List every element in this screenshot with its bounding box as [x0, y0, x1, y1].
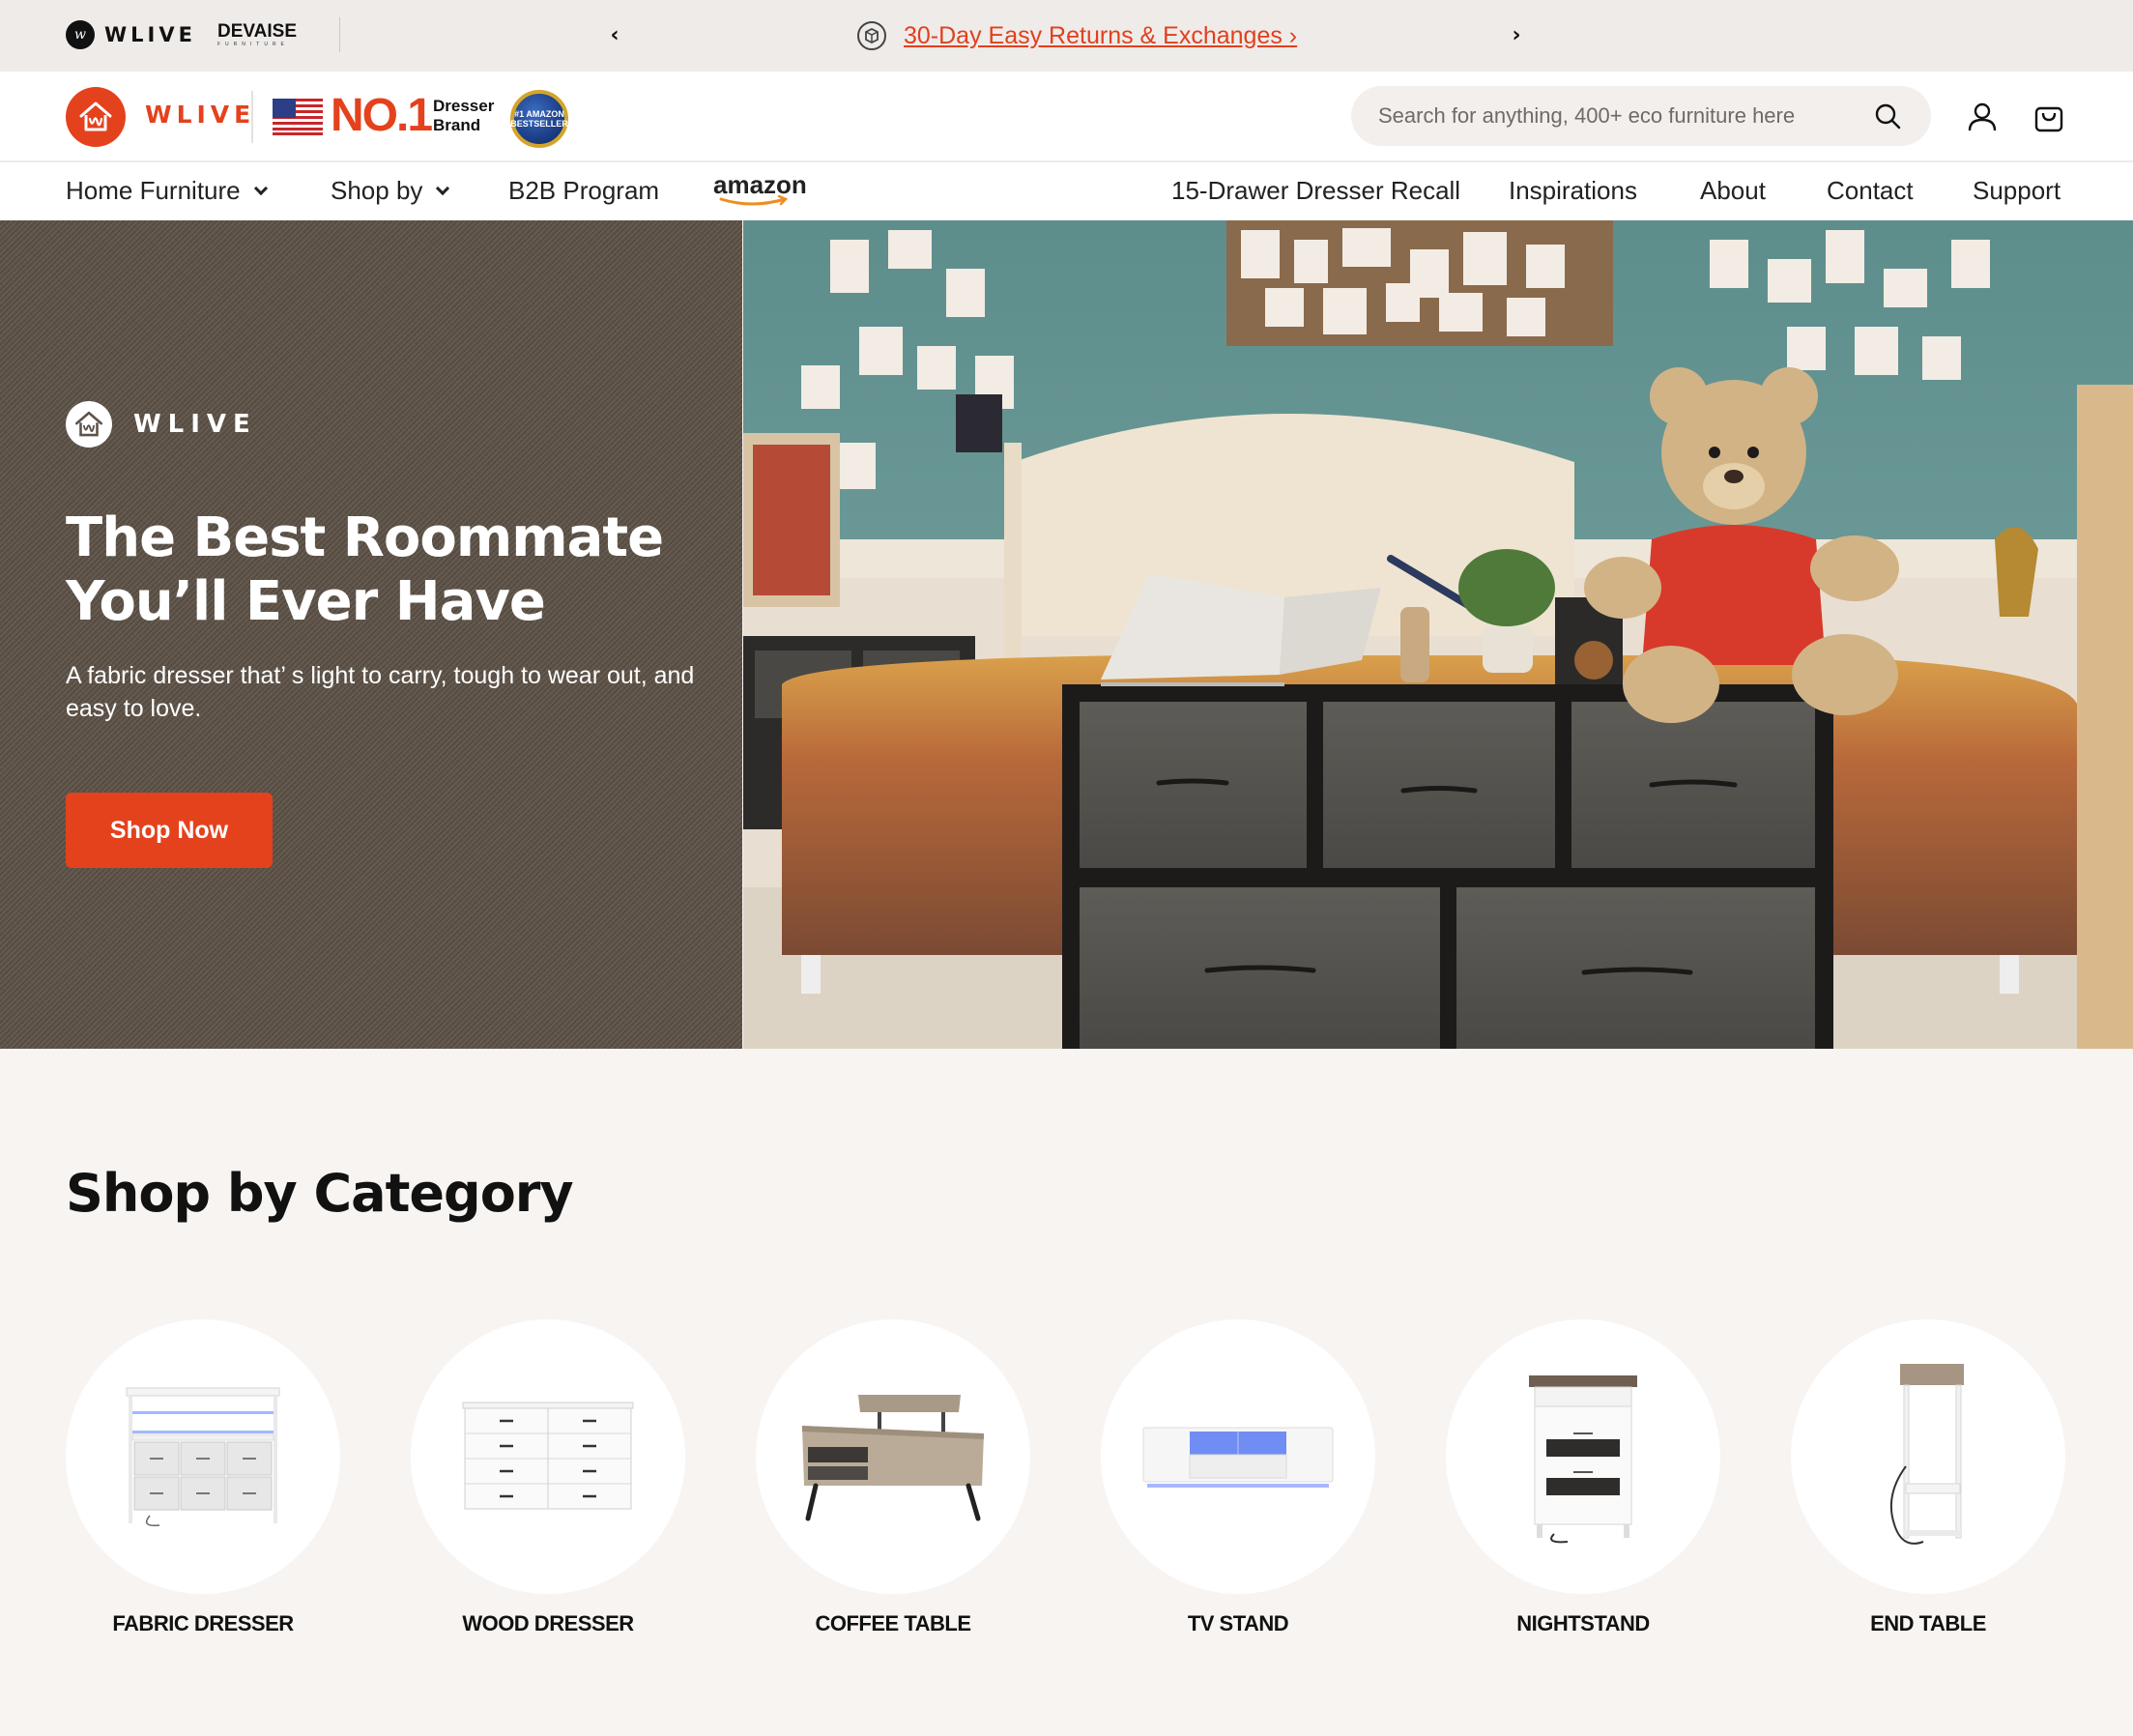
hero-title-line2: You’ll Ever Have	[66, 570, 546, 633]
nav-label: Inspirations	[1509, 176, 1637, 205]
devaise-brand-label: DEVAISE	[217, 21, 298, 42]
divider	[339, 17, 340, 52]
category-card[interactable]: TV STAND	[1101, 1319, 1375, 1636]
return-box-icon	[857, 21, 886, 50]
nightstand-icon	[1529, 1375, 1637, 1544]
nav-label: B2B Program	[508, 176, 660, 205]
end-table-icon	[1889, 1364, 1964, 1545]
nav-label: Home Furniture	[66, 176, 241, 205]
category-label[interactable]: WOOD DRESSER	[411, 1611, 685, 1636]
nav-label: Contact	[1827, 176, 1914, 205]
category-section-title: Shop by Category	[66, 1163, 574, 1224]
no1-subtitle: Dresser Brand	[433, 97, 494, 135]
nav-about[interactable]: About	[1700, 176, 1766, 206]
chevron-down-icon	[253, 181, 268, 195]
main-nav: Home Furniture Shop by B2B Program amazo…	[0, 160, 2133, 220]
fabric-dresser-icon	[126, 1387, 280, 1527]
category-card[interactable]: WOOD DRESSER	[411, 1319, 685, 1636]
wlive-home-logo[interactable]	[66, 87, 126, 147]
hero-brand-label: WLIVE	[133, 410, 257, 439]
nav-label: 15-Drawer Dresser Recall	[1171, 176, 1461, 205]
site-header: WLIVE NO.1 Dresser Brand #1 AMAZON BESTS…	[0, 72, 2133, 160]
chevron-left-icon[interactable]: ‹	[597, 17, 632, 52]
amazon-label: amazon	[713, 174, 807, 199]
wlive-brand-link[interactable]: w WLIVE	[66, 15, 196, 54]
header-brand-name[interactable]: WLIVE	[145, 101, 255, 129]
nav-label: Shop by	[331, 176, 423, 205]
category-label[interactable]: FABRIC DRESSER	[66, 1611, 340, 1636]
nav-inspirations[interactable]: Inspirations	[1509, 176, 1637, 206]
category-card[interactable]: END TABLE	[1791, 1319, 2065, 1636]
no1-subtitle-line1: Dresser	[433, 97, 495, 115]
category-label[interactable]: TV STAND	[1101, 1611, 1375, 1636]
promo-message: 30-Day Easy Returns & Exchanges ›	[855, 17, 1297, 54]
category-image[interactable]	[1446, 1319, 1720, 1594]
amazon-link[interactable]: amazon	[713, 174, 810, 209]
hero-subtitle: A fabric dresser that’ s light to carry,…	[66, 662, 695, 722]
category-card[interactable]: COFFEE TABLE	[756, 1319, 1030, 1636]
wood-dresser-icon	[462, 1402, 634, 1510]
wlive-logo-icon: w	[66, 20, 95, 49]
tv-stand-icon	[1142, 1427, 1334, 1488]
divider	[251, 91, 253, 143]
category-label[interactable]: NIGHTSTAND	[1446, 1611, 1720, 1636]
hero-text-panel: WLIVE The Best Roommate You’ll Ever Have…	[0, 220, 742, 1049]
devaise-brand-sublabel: FURNITURE	[217, 42, 289, 47]
us-flag-icon	[273, 99, 323, 135]
nav-dresser-recall[interactable]: 15-Drawer Dresser Recall	[1171, 176, 1460, 206]
cart-icon[interactable]	[2032, 101, 2065, 133]
nav-contact[interactable]: Contact	[1827, 176, 1914, 206]
category-image[interactable]	[411, 1319, 685, 1594]
no1-subtitle-line2: Brand	[433, 116, 481, 134]
hero-title: The Best Roommate You’ll Ever Have	[66, 506, 704, 634]
category-card[interactable]: NIGHTSTAND	[1446, 1319, 1720, 1636]
nav-home-furniture[interactable]: Home Furniture	[66, 176, 268, 206]
category-label[interactable]: COFFEE TABLE	[756, 1611, 1030, 1636]
nav-support[interactable]: Support	[1973, 176, 2061, 206]
search-input[interactable]	[1378, 98, 1842, 134]
category-image[interactable]	[66, 1319, 340, 1594]
nav-shop-by[interactable]: Shop by	[331, 176, 450, 206]
nav-label: Support	[1973, 176, 2061, 205]
announcement-bar: w WLIVE DEVAISE FURNITURE ‹ 30-Day Easy …	[0, 0, 2133, 72]
chevron-right-icon[interactable]: ›	[1499, 17, 1534, 52]
wlive-brand-label: WLIVE	[104, 23, 196, 46]
search-bar	[1351, 86, 1931, 146]
category-card[interactable]: FABRIC DRESSER	[66, 1319, 340, 1636]
shop-now-button[interactable]: Shop Now	[66, 793, 273, 868]
no1-claim: NO.1	[331, 90, 433, 141]
nav-label: About	[1700, 176, 1766, 205]
house-logo-icon	[66, 401, 112, 448]
amazon-bestseller-badge: #1 AMAZON BESTSELLER	[510, 90, 568, 148]
nav-b2b-program[interactable]: B2B Program	[508, 176, 659, 206]
user-icon[interactable]	[1966, 101, 1999, 133]
category-image[interactable]	[1791, 1319, 2065, 1594]
hero-brand-logo: WLIVE	[66, 401, 257, 448]
hero-title-line1: The Best Roommate	[66, 506, 664, 569]
category-label[interactable]: END TABLE	[1791, 1611, 2065, 1636]
category-image[interactable]	[756, 1319, 1030, 1594]
chevron-down-icon	[436, 181, 450, 195]
devaise-brand-link[interactable]: DEVAISE FURNITURE	[217, 15, 297, 54]
coffee-table-icon	[802, 1395, 984, 1521]
returns-link[interactable]: 30-Day Easy Returns & Exchanges ›	[904, 22, 1297, 50]
category-image[interactable]	[1101, 1319, 1375, 1594]
hero-banner: WLIVE The Best Roommate You’ll Ever Have…	[0, 220, 2133, 1049]
search-icon[interactable]	[1873, 101, 1902, 130]
amazon-smile-icon	[719, 197, 787, 206]
home-logo-icon	[79, 101, 112, 131]
hero-image	[743, 220, 2133, 1049]
